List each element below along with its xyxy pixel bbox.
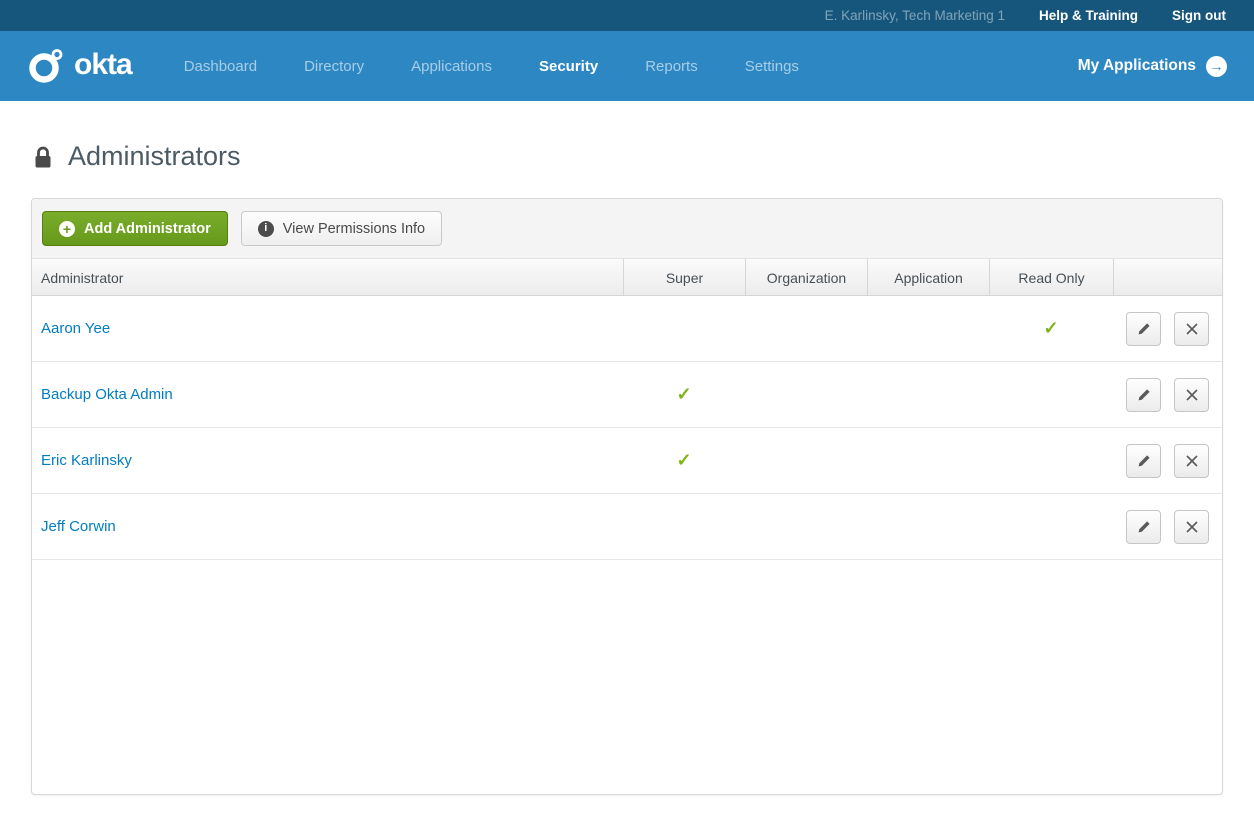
read-only-cell: ✓ xyxy=(989,318,1113,339)
plus-icon: + xyxy=(59,220,75,237)
close-icon xyxy=(1185,322,1198,335)
delete-admin-button[interactable] xyxy=(1174,377,1209,412)
admin-name-link-aaron-yee[interactable]: Aaron Yee xyxy=(41,320,110,337)
sign-out-link[interactable]: Sign out xyxy=(1172,8,1226,23)
nav-item-security[interactable]: Security xyxy=(539,58,598,75)
okta-logo-icon xyxy=(29,49,63,83)
brand-name: okta xyxy=(74,47,133,81)
help-training-link[interactable]: Help & Training xyxy=(1039,8,1138,23)
column-header-super: Super xyxy=(623,259,745,296)
admin-name-link-eric-karlinsky[interactable]: Eric Karlinsky xyxy=(41,452,132,469)
super-cell: ✓ xyxy=(623,450,745,471)
view-permissions-info-button[interactable]: i View Permissions Info xyxy=(240,211,443,246)
nav-item-applications[interactable]: Applications xyxy=(411,58,492,75)
column-header-application: Application xyxy=(867,259,989,296)
nav-item-directory[interactable]: Directory xyxy=(304,58,364,75)
delete-admin-button[interactable] xyxy=(1174,443,1209,478)
close-icon xyxy=(1185,520,1198,533)
pencil-icon xyxy=(1138,322,1150,334)
close-icon xyxy=(1185,388,1198,401)
add-administrator-button[interactable]: + Add Administrator xyxy=(42,211,228,246)
admin-name-link-backup-okta-admin[interactable]: Backup Okta Admin xyxy=(41,386,173,403)
primary-nav: Dashboard Directory Applications Security Re… xyxy=(184,58,799,75)
admin-name-link-jeff-corwin[interactable]: Jeff Corwin xyxy=(41,518,116,535)
info-icon: i xyxy=(257,220,274,237)
check-icon: ✓ xyxy=(1043,318,1059,338)
current-user-label: E. Karlinsky, Tech Marketing 1 xyxy=(824,8,1005,23)
my-applications-link[interactable]: My Applications → xyxy=(1077,55,1254,77)
page-title-text: Administrators xyxy=(68,141,241,171)
nav-item-reports[interactable]: Reports xyxy=(645,58,698,75)
lock-icon xyxy=(35,146,51,167)
table-header-row: Administrator Super Organization Applicatio… xyxy=(32,259,1222,296)
column-header-administrator: Administrator xyxy=(41,269,124,286)
pencil-icon xyxy=(1138,520,1150,532)
edit-admin-button[interactable] xyxy=(1126,443,1161,478)
table-row: Aaron Yee ✓ xyxy=(32,296,1222,362)
nav-item-settings[interactable]: Settings xyxy=(745,58,799,75)
nav-item-dashboard[interactable]: Dashboard xyxy=(184,58,257,75)
super-cell: ✓ xyxy=(623,384,745,405)
table-body: Aaron Yee ✓ Backup Okta Admin ✓ Eric Kar… xyxy=(32,296,1222,560)
close-icon xyxy=(1185,454,1198,467)
navbar: okta Dashboard Directory Applications Secur… xyxy=(0,31,1254,101)
edit-admin-button[interactable] xyxy=(1126,377,1161,412)
table-row: Eric Karlinsky ✓ xyxy=(32,428,1222,494)
table-row: Jeff Corwin xyxy=(32,494,1222,560)
topbar: E. Karlinsky, Tech Marketing 1 Help & Tr… xyxy=(0,0,1254,31)
add-administrator-label: Add Administrator xyxy=(84,220,211,237)
arrow-right-icon: → xyxy=(1206,55,1227,77)
column-header-actions xyxy=(1113,259,1222,296)
check-icon: ✓ xyxy=(676,384,692,404)
pencil-icon xyxy=(1138,454,1150,466)
edit-admin-button[interactable] xyxy=(1126,509,1161,544)
view-permissions-info-label: View Permissions Info xyxy=(282,220,426,237)
column-header-read-only: Read Only xyxy=(989,259,1113,296)
edit-admin-button[interactable] xyxy=(1126,311,1161,346)
page-title: Administrators xyxy=(33,141,1223,172)
check-icon: ✓ xyxy=(676,450,692,470)
pencil-icon xyxy=(1138,388,1150,400)
delete-admin-button[interactable] xyxy=(1174,311,1209,346)
column-header-organization: Organization xyxy=(745,259,867,296)
panel-toolbar: + Add Administrator i View Permissions I… xyxy=(32,199,1222,259)
delete-admin-button[interactable] xyxy=(1174,509,1209,544)
main-content: Administrators + Add Administrator i Vie… xyxy=(0,141,1254,795)
administrators-panel: + Add Administrator i View Permissions I… xyxy=(31,198,1223,795)
my-applications-label: My Applications xyxy=(1077,57,1196,74)
table-row: Backup Okta Admin ✓ xyxy=(32,362,1222,428)
okta-logo[interactable]: okta xyxy=(0,46,133,86)
